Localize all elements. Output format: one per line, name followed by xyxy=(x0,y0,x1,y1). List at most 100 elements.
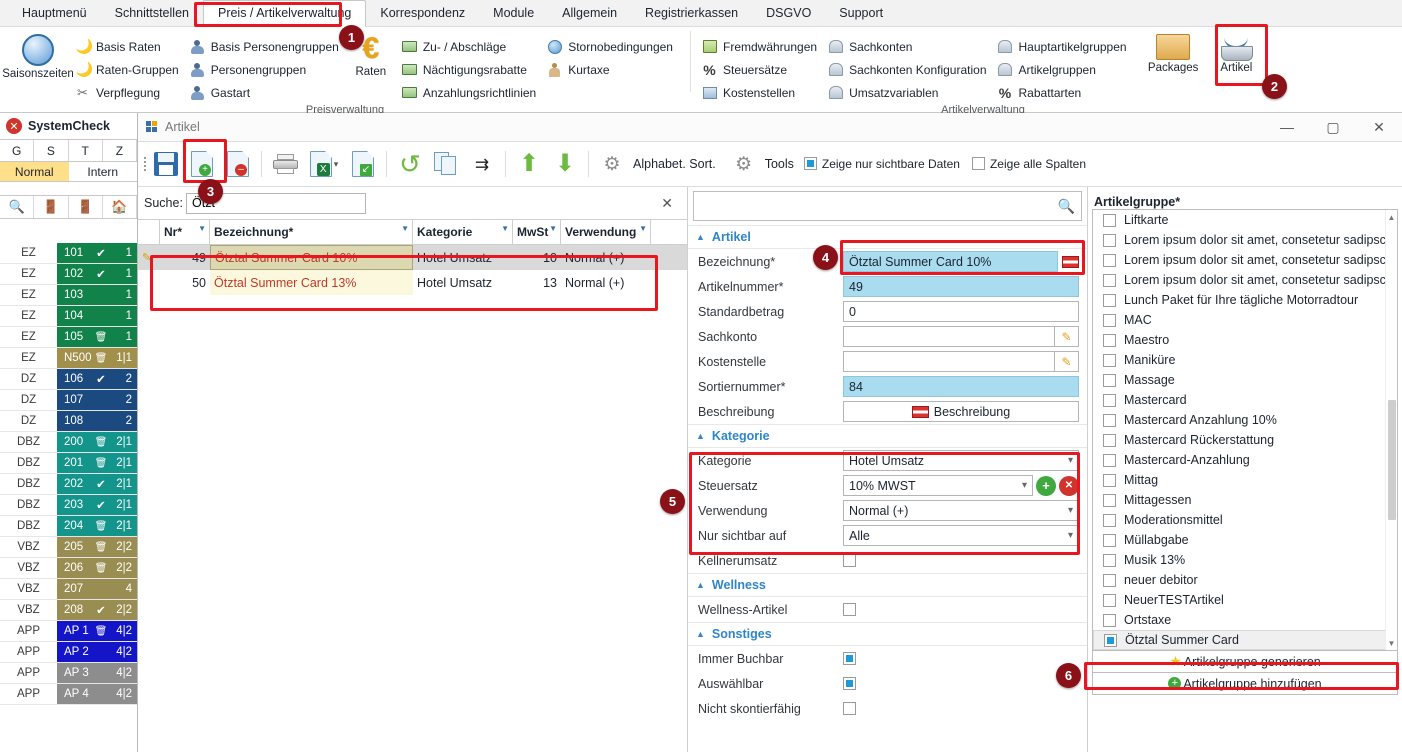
room-box[interactable]: 107 2 xyxy=(57,390,137,410)
ribbon-item-raten-gruppen[interactable]: 🌙 Raten-Gruppen xyxy=(70,58,185,81)
checkbox-icon[interactable] xyxy=(1103,413,1116,427)
room-box[interactable]: 200 🗑 2|1 xyxy=(57,432,137,452)
room-box[interactable]: 108 2 xyxy=(57,411,137,431)
list-item[interactable]: Mastercard xyxy=(1093,390,1397,410)
report-button[interactable]: ↙ xyxy=(345,146,381,182)
ribbon-item-naechtigungsrabatte[interactable]: Nächtigungsrabatte xyxy=(397,58,542,81)
search-icon[interactable]: 🔍 xyxy=(0,196,35,218)
list-item[interactable]: Lorem ipsum dolor sit amet, consetetur s… xyxy=(1093,250,1397,270)
ribbon-tab-6[interactable]: Registrierkassen xyxy=(631,1,752,26)
ribbon-item-kostenstellen[interactable]: Kostenstellen xyxy=(697,81,823,104)
filter-icon[interactable]: ▼ xyxy=(501,224,509,233)
collapse-icon[interactable]: ▲ xyxy=(696,232,705,242)
checkbox-icon[interactable] xyxy=(1103,453,1116,467)
checkbox-icon[interactable] xyxy=(1103,433,1116,447)
room-box[interactable]: 202 ✔ 2|1 xyxy=(57,474,137,494)
ribbon-item-kurtaxe[interactable]: Kurtaxe xyxy=(542,58,679,81)
table-row[interactable]: 50 Ötztal Summer Card 13% Hotel Umsatz 13 No… xyxy=(138,270,687,295)
room-box[interactable]: 207 4 xyxy=(57,579,137,599)
maximize-button[interactable]: ▢ xyxy=(1310,113,1356,142)
room-box[interactable]: 105 🗑 1 xyxy=(57,327,137,347)
chevron-down-icon[interactable]: ▾ xyxy=(334,159,339,170)
list-item[interactable]: Mittag xyxy=(1093,470,1397,490)
room-row[interactable]: DBZ 201 🗑 2|1 xyxy=(0,453,137,474)
checkbox-icon[interactable] xyxy=(1103,493,1116,507)
list-item[interactable]: Lorem ipsum dolor sit amet, consetetur s… xyxy=(1093,270,1397,290)
checkbox-icon[interactable] xyxy=(1103,613,1116,627)
checkbox-icon[interactable] xyxy=(1103,513,1116,527)
sidebar-letter-tab-g[interactable]: G xyxy=(0,140,35,161)
ribbon-tab-0[interactable]: Hauptmenü xyxy=(8,1,101,26)
input-standardbetrag[interactable]: 0 xyxy=(843,301,1079,322)
scroll-up-icon[interactable]: ▲ xyxy=(1386,210,1397,224)
checkbox-visible-data[interactable]: Zeige nur sichtbare Daten xyxy=(803,157,960,171)
room-box[interactable]: AP 4 4|2 xyxy=(57,684,137,704)
room-row[interactable]: EZ 104 1 xyxy=(0,306,137,327)
ribbon-item-sachkonten-konfiguration[interactable]: Sachkonten Konfiguration xyxy=(823,58,992,81)
room-box[interactable]: 203 ✔ 2|1 xyxy=(57,495,137,515)
list-item[interactable]: Müllabgabe xyxy=(1093,530,1397,550)
beschreibung-button[interactable]: Beschreibung xyxy=(843,401,1079,422)
collapse-icon[interactable]: ▲ xyxy=(696,580,705,590)
list-item[interactable]: Mittagessen xyxy=(1093,490,1397,510)
checkbox-all-columns[interactable]: Zeige alle Spalten xyxy=(971,157,1086,171)
checkbox-icon[interactable] xyxy=(1103,313,1116,327)
grid-header-bezeichnung[interactable]: Bezeichnung* ▼ xyxy=(210,220,413,244)
clear-search-icon[interactable]: ✕ xyxy=(661,195,673,212)
list-item[interactable]: Massage xyxy=(1093,370,1397,390)
save-button[interactable] xyxy=(148,146,184,182)
language-flag-icon[interactable] xyxy=(1062,255,1079,268)
move-down-button[interactable]: ⬇ xyxy=(547,146,583,182)
input-bezeichnung[interactable]: Ötztal Summer Card 10% xyxy=(843,251,1058,272)
room-box[interactable]: 206 🗑 2|2 xyxy=(57,558,137,578)
room-row[interactable]: APP AP 4 4|2 xyxy=(0,684,137,705)
detail-section-header[interactable]: ▲ Kategorie xyxy=(688,424,1087,448)
filter-icon[interactable]: ▼ xyxy=(401,224,409,233)
detail-section-header[interactable]: ▲ Wellness xyxy=(688,573,1087,597)
scrollbar-thumb[interactable] xyxy=(1388,400,1396,520)
input-sortiernummer-[interactable]: 84 xyxy=(843,376,1079,397)
exit-left-icon[interactable]: 🚪 xyxy=(69,196,103,218)
room-row[interactable]: DZ 108 2 xyxy=(0,411,137,432)
ribbon-item-personengruppen[interactable]: Personengruppen xyxy=(185,58,345,81)
exit-right-icon[interactable]: 🚪 xyxy=(34,196,69,218)
room-row[interactable]: APP AP 1 🗑 4|2 xyxy=(0,621,137,642)
ribbon-tab-5[interactable]: Allgemein xyxy=(548,1,631,26)
room-row[interactable]: DBZ 204 🗑 2|1 xyxy=(0,516,137,537)
copy-button[interactable] xyxy=(428,146,464,182)
ribbon-item-fremdwaehrungen[interactable]: Fremdwährungen xyxy=(697,35,823,58)
list-item[interactable]: Maniküre xyxy=(1093,350,1397,370)
dropdown-verwendung[interactable]: Normal (+) xyxy=(843,500,1079,521)
checkbox-icon[interactable] xyxy=(1103,253,1116,267)
room-row[interactable]: EZ 102 ✔ 1 xyxy=(0,264,137,285)
checkbox-wellness-artikel[interactable] xyxy=(843,603,856,616)
artikelgruppe-add-button[interactable]: + Artikelgruppe hinzufügen xyxy=(1092,673,1398,695)
room-row[interactable]: DBZ 202 ✔ 2|1 xyxy=(0,474,137,495)
list-item[interactable]: Ötztal Summer Card xyxy=(1093,630,1397,650)
merge-button[interactable]: ⇉ xyxy=(464,146,500,182)
room-row[interactable]: VBZ 206 🗑 2|2 xyxy=(0,558,137,579)
room-row[interactable]: EZ 105 🗑 1 xyxy=(0,327,137,348)
detail-section-header[interactable]: ▲ Sonstiges xyxy=(688,622,1087,646)
input-artikelnummer-[interactable]: 49 xyxy=(843,276,1079,297)
room-box[interactable]: AP 3 4|2 xyxy=(57,663,137,683)
room-box[interactable]: 101 ✔ 1 xyxy=(57,243,137,263)
checkbox-icon[interactable] xyxy=(1103,233,1116,247)
room-box[interactable]: AP 2 4|2 xyxy=(57,642,137,662)
ribbon-item-umsatzvariablen[interactable]: Umsatzvariablen xyxy=(823,81,992,104)
ribbon-item-verpflegung[interactable]: ✂ Verpflegung xyxy=(70,81,185,104)
tools-button[interactable]: ⚙ xyxy=(726,146,762,182)
ribbon-item-artikelgruppen[interactable]: Artikelgruppen xyxy=(993,58,1133,81)
home-icon[interactable]: 🏠 xyxy=(103,196,137,218)
room-box[interactable]: 106 ✔ 2 xyxy=(57,369,137,389)
checkbox-icon[interactable] xyxy=(1103,293,1116,307)
grid-header-mwst[interactable]: MwSt ▼ xyxy=(513,220,561,244)
checkbox-icon[interactable] xyxy=(1103,553,1116,567)
checkbox-icon[interactable] xyxy=(1103,473,1116,487)
list-item[interactable]: NeuerTESTArtikel xyxy=(1093,590,1397,610)
room-row[interactable]: DZ 107 2 xyxy=(0,390,137,411)
ribbon-item-rabattarten[interactable]: % Rabattarten xyxy=(993,81,1133,104)
checkbox-icon[interactable] xyxy=(1103,573,1116,587)
ribbon-tab-8[interactable]: Support xyxy=(825,1,897,26)
ribbon-tab-1[interactable]: Schnittstellen xyxy=(101,1,203,26)
